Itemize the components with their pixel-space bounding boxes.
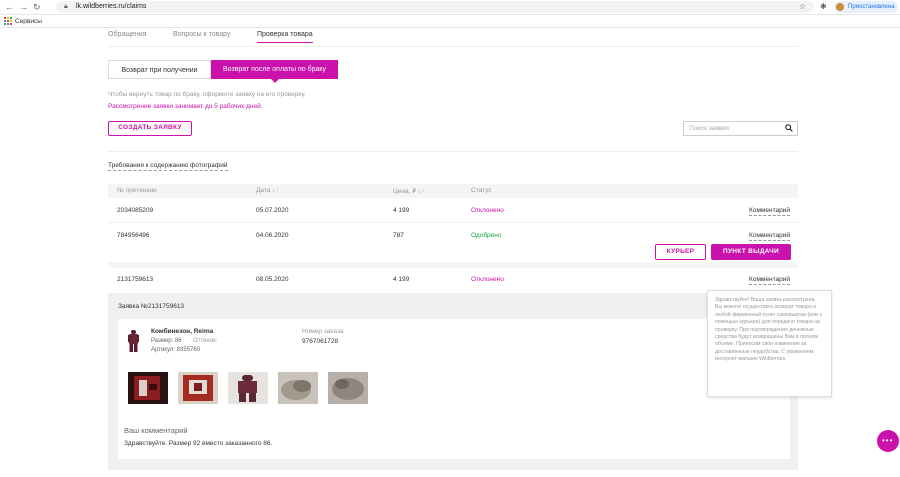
info-processing-time: Рассмотрение заявки занимает до 5 рабочи… bbox=[108, 103, 263, 110]
search-input[interactable] bbox=[684, 122, 779, 135]
header-claim-number: № претензии bbox=[117, 187, 157, 194]
header-status: Статус bbox=[471, 187, 492, 194]
comment-link[interactable]: Комментарий bbox=[749, 207, 790, 216]
claim-price: 787 bbox=[393, 232, 404, 239]
comment-link[interactable]: Комментарий bbox=[749, 232, 790, 241]
comment-text: Здравствуйте. Размер 92 вместо заказанно… bbox=[124, 440, 273, 447]
claim-status: Отклонено bbox=[471, 207, 504, 214]
claim-details-panel: Заявка №2131759613 Комбинезон, Reima Раз… bbox=[108, 294, 798, 470]
apps-grid-icon[interactable] bbox=[4, 17, 12, 25]
bookmarks-services-label[interactable]: Сервисы bbox=[15, 18, 42, 25]
claim-date: 04.06.2020 bbox=[256, 232, 289, 239]
segment-return-on-receipt[interactable]: Возврат при получении bbox=[108, 60, 211, 79]
chat-dots-icon: ••• bbox=[882, 436, 894, 445]
search-box bbox=[683, 121, 798, 136]
product-shade: Оттенок: bbox=[193, 338, 218, 344]
table-header: № претензии Дата ↓↑ Цена, ₽ ↓↑ Статус bbox=[108, 184, 798, 198]
tabs-divider bbox=[108, 46, 798, 47]
comment-heading: Ваш комментарий bbox=[124, 426, 188, 435]
photo-requirements-link[interactable]: Требования к содержанию фотографий bbox=[108, 162, 228, 171]
order-number: 9767061728 bbox=[302, 338, 339, 345]
pickup-point-button[interactable]: ПУНКТ ВЫДАЧИ bbox=[711, 244, 791, 260]
comment-link[interactable]: Комментарий bbox=[749, 276, 790, 285]
header-date[interactable]: Дата ↓↑ bbox=[256, 187, 279, 194]
claim-photo[interactable] bbox=[278, 372, 318, 404]
claim-photo[interactable] bbox=[128, 372, 168, 404]
search-icon[interactable] bbox=[785, 124, 793, 132]
product-article: Артикул: 8355760 bbox=[151, 347, 201, 353]
claim-status: Отклонено bbox=[471, 276, 504, 283]
claim-price: 4 199 bbox=[393, 207, 410, 214]
browser-toolbar: ← → ↻ 🔒︎ lk.wildberries.ru/claims ☆ ✱ Пр… bbox=[0, 0, 900, 15]
claim-date: 05.07.2020 bbox=[256, 207, 289, 214]
back-arrow-icon[interactable]: ← bbox=[5, 2, 14, 12]
product-size: Размер: 86 bbox=[151, 338, 182, 344]
avatar bbox=[836, 3, 844, 11]
address-bar[interactable]: 🔒︎ lk.wildberries.ru/claims ☆ bbox=[56, 1, 814, 13]
claim-price: 4 199 bbox=[393, 276, 410, 283]
tab-appeals[interactable]: Обращения bbox=[108, 31, 146, 38]
claim-photo[interactable] bbox=[178, 372, 218, 404]
table-row: 2034085209 05.07.2020 4 199 Отклонено Ко… bbox=[108, 199, 798, 223]
segment-return-defect[interactable]: Возврат после оплаты по браку bbox=[211, 60, 338, 83]
claim-title: Заявка №2131759613 bbox=[118, 303, 185, 310]
product-name: Комбинезон, Reima bbox=[151, 328, 214, 335]
claim-status: Одобрено bbox=[471, 232, 502, 239]
claim-photo[interactable] bbox=[228, 372, 268, 404]
order-number-label: Номер заказа bbox=[302, 328, 344, 335]
section-divider bbox=[108, 151, 798, 152]
tab-product-questions[interactable]: Вопросы к товару bbox=[173, 31, 231, 38]
header-price[interactable]: Цена, ₽ ↓↑ bbox=[393, 187, 425, 195]
forward-arrow-icon[interactable]: → bbox=[19, 2, 28, 12]
claim-id: 2034085209 bbox=[117, 207, 154, 214]
url-text: lk.wildberries.ru/claims bbox=[76, 3, 147, 10]
extension-puzzle-icon[interactable]: ✱ bbox=[820, 2, 827, 11]
reload-icon[interactable]: ↻ bbox=[33, 2, 41, 12]
product-thumbnail[interactable] bbox=[128, 330, 139, 352]
profile-label: Приостановлена bbox=[848, 4, 895, 10]
info-text: Чтобы вернуть товар по браку, оформите з… bbox=[108, 91, 306, 98]
courier-button[interactable]: КУРЬЕР bbox=[655, 244, 706, 260]
claim-photo[interactable] bbox=[328, 372, 368, 404]
claim-card: Комбинезон, Reima Размер: 86 Оттенок: Ар… bbox=[118, 319, 790, 459]
chat-button[interactable]: ••• bbox=[877, 430, 899, 452]
table-row: 2131759613 08.05.2020 4 199 Отклонено Ко… bbox=[108, 268, 798, 294]
claim-id: 2131759613 bbox=[117, 276, 154, 283]
create-claim-button[interactable]: СОЗДАТЬ ЗАЯВКУ bbox=[108, 121, 192, 136]
claim-date: 08.05.2020 bbox=[256, 276, 289, 283]
claim-id: 784956496 bbox=[117, 232, 150, 239]
comment-tooltip: Здравствуйте! Ваша заявка рассмотрена. В… bbox=[707, 290, 832, 397]
bookmark-star-icon[interactable]: ☆ bbox=[799, 2, 806, 11]
bookmarks-bar: Сервисы bbox=[0, 15, 900, 28]
profile-button[interactable]: Приостановлена bbox=[834, 1, 898, 13]
lock-icon: 🔒︎ bbox=[64, 3, 68, 10]
tab-product-check[interactable]: Проверка товара bbox=[257, 31, 313, 43]
